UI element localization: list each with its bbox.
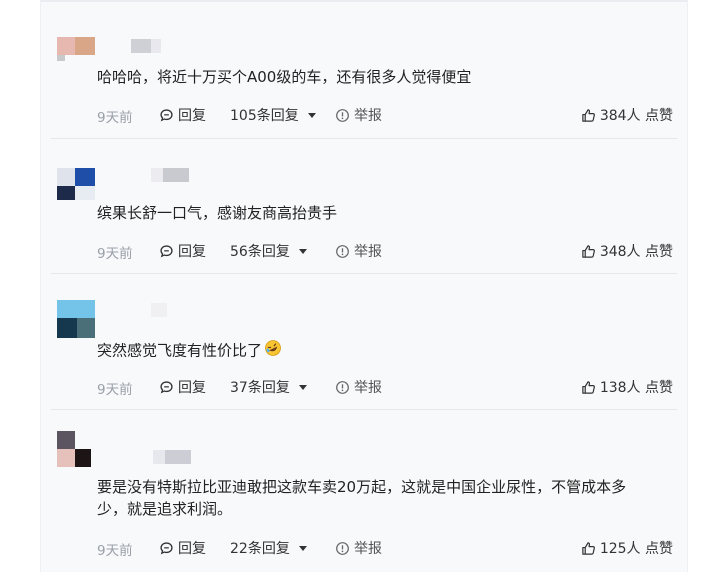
avatar[interactable]	[57, 168, 95, 206]
like-button[interactable]: 348人 点赞	[581, 241, 673, 261]
caret-down-icon	[308, 113, 317, 118]
report-label: 举报	[354, 244, 382, 260]
caret-down-icon	[299, 546, 308, 551]
like-button[interactable]: 138人 点赞	[581, 377, 673, 397]
replies-count: 37条回复	[230, 380, 290, 396]
warning-circle-icon	[336, 244, 349, 258]
comment-time: 9天前	[97, 382, 133, 398]
view-replies-button[interactable]: 37条回复	[230, 377, 312, 397]
warning-circle-icon	[336, 541, 349, 555]
view-replies-button[interactable]: 105条回复	[230, 105, 321, 125]
page-margin	[688, 0, 702, 572]
like-button[interactable]: 125人 点赞	[581, 538, 673, 558]
caret-down-icon	[299, 385, 308, 390]
comment-bubble-icon	[160, 380, 173, 393]
comment-text-content: 突然感觉飞度有性价比了	[97, 341, 263, 360]
avatar[interactable]	[57, 300, 95, 338]
thumbs-up-icon	[582, 380, 595, 394]
thumbs-up-icon	[582, 541, 595, 555]
comment-time: 9天前	[97, 246, 133, 262]
like-count: 348人 点赞	[599, 244, 673, 260]
reply-label: 回复	[178, 380, 206, 396]
avatar[interactable]	[57, 37, 95, 75]
report-label: 举报	[354, 380, 382, 396]
comment-bubble-icon	[160, 108, 173, 121]
divider	[51, 138, 677, 139]
report-button[interactable]: 举报	[335, 377, 382, 397]
reply-label: 回复	[178, 541, 206, 557]
comment-actions: 9天前 回复 22条回复 举报 125人 点赞	[97, 538, 673, 560]
comment-list: 哈哈哈，将近十万买个A00级的车，还有很多人觉得便宜 9天前 回复 105条回复…	[40, 0, 688, 572]
reply-button[interactable]: 回复	[159, 538, 206, 558]
comment-text: 突然感觉飞度有性价比了	[97, 339, 677, 363]
comment-actions: 9天前 回复 105条回复 举报 384人 点赞	[97, 105, 673, 127]
divider	[51, 409, 677, 410]
report-label: 举报	[354, 541, 382, 557]
comment-text: 缤果长舒一口气，感谢友商高抬贵手	[97, 204, 338, 222]
comment-text-line2: 少，就是追求利润。	[97, 500, 233, 518]
report-button[interactable]: 举报	[335, 538, 382, 558]
comment-bubble-icon	[160, 244, 173, 257]
report-button[interactable]: 举报	[335, 105, 382, 125]
comment-time: 9天前	[97, 110, 133, 126]
comment-text: 哈哈哈，将近十万买个A00级的车，还有很多人觉得便宜	[97, 68, 472, 86]
divider	[51, 273, 677, 274]
replies-count: 105条回复	[230, 108, 299, 124]
rofl-emoji-icon	[264, 339, 282, 363]
comment-bubble-icon	[160, 541, 173, 554]
report-button[interactable]: 举报	[335, 241, 382, 261]
top-border	[41, 0, 687, 2]
like-count: 125人 点赞	[599, 541, 673, 557]
comment-time: 9天前	[97, 543, 133, 559]
avatar[interactable]	[57, 431, 95, 469]
comment-text-line1: 要是没有特斯拉比亚迪敢把这款车卖20万起，这就是中国企业尿性，不管成本多	[97, 478, 627, 496]
replies-count: 22条回复	[230, 541, 290, 557]
thumbs-up-icon	[582, 108, 595, 122]
thumbs-up-icon	[582, 244, 595, 258]
like-count: 384人 点赞	[599, 108, 673, 124]
reply-button[interactable]: 回复	[159, 105, 206, 125]
caret-down-icon	[299, 249, 308, 254]
view-replies-button[interactable]: 56条回复	[230, 241, 312, 261]
comment-actions: 9天前 回复 37条回复 举报 138人 点赞	[97, 377, 673, 399]
comment-actions: 9天前 回复 56条回复 举报 348人 点赞	[97, 241, 673, 263]
reply-label: 回复	[178, 108, 206, 124]
warning-circle-icon	[336, 108, 349, 122]
view-replies-button[interactable]: 22条回复	[230, 538, 312, 558]
like-count: 138人 点赞	[599, 380, 673, 396]
reply-button[interactable]: 回复	[159, 241, 206, 261]
like-button[interactable]: 384人 点赞	[581, 105, 673, 125]
replies-count: 56条回复	[230, 244, 290, 260]
warning-circle-icon	[336, 380, 349, 394]
reply-label: 回复	[178, 244, 206, 260]
report-label: 举报	[354, 108, 382, 124]
comment-text: 要是没有特斯拉比亚迪敢把这款车卖20万起，这就是中国企业尿性，不管成本多 少，就…	[97, 476, 677, 520]
reply-button[interactable]: 回复	[159, 377, 206, 397]
